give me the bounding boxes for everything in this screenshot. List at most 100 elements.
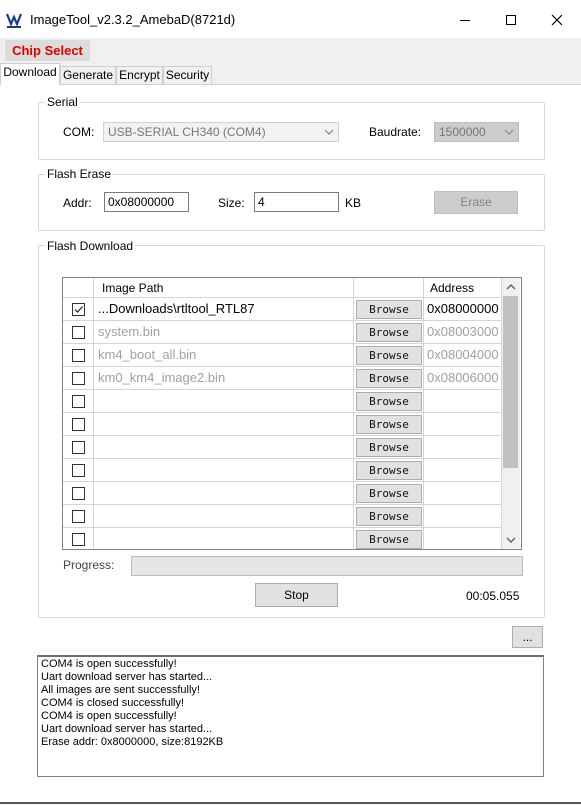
table-row-address-cell[interactable] — [424, 436, 502, 459]
minimize-icon — [460, 20, 470, 21]
image-path: km0_km4_image2.bin — [98, 370, 226, 385]
table-row-browse-cell: Browse — [354, 459, 424, 482]
log-line: Erase addr: 0x8000000, size:8192KB — [41, 736, 224, 748]
row-checkbox[interactable] — [72, 441, 85, 454]
baudrate-select[interactable]: 1500000 — [434, 122, 519, 142]
table-row-address-cell[interactable]: 0x08004000 — [424, 344, 502, 367]
row-checkbox[interactable] — [72, 326, 85, 339]
erase-addr-input[interactable]: 0x08000000 — [104, 192, 189, 212]
log-line: COM4 is closed successfully! — [41, 697, 185, 709]
table-row-image-cell[interactable]: system.bin — [94, 321, 354, 344]
table-row-browse-cell: Browse — [354, 413, 424, 436]
table-row-image-cell[interactable] — [94, 505, 354, 528]
chevron-down-icon[interactable] — [506, 537, 516, 544]
close-button[interactable] — [534, 6, 580, 34]
stop-button[interactable]: Stop — [255, 583, 338, 607]
row-checkbox[interactable] — [72, 464, 85, 477]
image-table: Image Path Address Downloads\rtltool_RTL… — [62, 277, 522, 550]
browse-button[interactable]: Browse — [356, 415, 422, 434]
table-row-address-cell[interactable]: 0x08003000 — [424, 321, 502, 344]
table-scrollbar[interactable] — [502, 278, 520, 549]
tab-download[interactable]: Download — [0, 63, 60, 85]
table-row-check-cell — [63, 482, 94, 505]
browse-button[interactable]: Browse — [356, 392, 422, 411]
browse-button[interactable]: Browse — [356, 300, 422, 319]
table-row-image-cell[interactable]: km0_km4_image2.bin — [94, 367, 354, 390]
erase-addr-label: Addr: — [63, 196, 92, 210]
log-output[interactable]: COM4 is open successfully! Uart download … — [37, 655, 544, 777]
com-select[interactable]: USB-SERIAL CH340 (COM4) — [103, 122, 339, 142]
table-row-check-cell — [63, 436, 94, 459]
table-row-address-cell[interactable] — [424, 413, 502, 436]
minimize-button[interactable] — [442, 6, 488, 34]
browse-button[interactable]: Browse — [356, 438, 422, 457]
maximize-icon — [506, 15, 516, 25]
browse-button[interactable]: Browse — [356, 369, 422, 388]
close-icon — [551, 14, 563, 26]
table-row-image-cell[interactable]: Downloads\rtltool_RTL87... — [94, 298, 354, 321]
progress-bar — [131, 556, 523, 576]
row-checkbox[interactable] — [72, 372, 85, 385]
erase-size-label: Size: — [218, 196, 245, 210]
maximize-button[interactable] — [488, 6, 534, 34]
browse-button[interactable]: Browse — [356, 346, 422, 365]
chevron-up-icon[interactable] — [506, 283, 516, 290]
serial-group-label: Serial — [45, 95, 80, 109]
browse-button[interactable]: Browse — [356, 323, 422, 342]
tab-security[interactable]: Security — [163, 66, 212, 84]
table-row-image-cell[interactable] — [94, 528, 354, 549]
image-address: 0x08006000 — [427, 370, 499, 385]
table-row-browse-cell: Browse — [354, 436, 424, 459]
row-checkbox[interactable] — [72, 510, 85, 523]
table-row-image-cell[interactable] — [94, 459, 354, 482]
table-row-address-cell[interactable] — [424, 390, 502, 413]
scrollbar-thumb[interactable] — [503, 296, 518, 468]
row-checkbox[interactable] — [72, 487, 85, 500]
row-checkbox[interactable] — [72, 349, 85, 362]
table-row-address-cell[interactable]: 0x08006000 — [424, 367, 502, 390]
table-row-check-cell — [63, 344, 94, 367]
table-row-check-cell — [63, 505, 94, 528]
table-row-image-cell[interactable]: km4_boot_all.bin — [94, 344, 354, 367]
row-checkbox[interactable] — [72, 303, 85, 316]
erase-button[interactable]: Erase — [434, 191, 518, 214]
table-header-image: Image Path — [94, 278, 354, 298]
tab-encrypt[interactable]: Encrypt — [116, 66, 163, 84]
table-row-image-cell[interactable] — [94, 482, 354, 505]
browse-button[interactable]: Browse — [356, 530, 422, 549]
image-address: 0x08003000 — [427, 324, 499, 339]
flash-download-group-label: Flash Download — [45, 239, 136, 253]
table-row-address-cell[interactable] — [424, 482, 502, 505]
log-line: All images are sent successfully! — [41, 684, 200, 696]
table-row-check-cell — [63, 390, 94, 413]
row-checkbox[interactable] — [72, 533, 85, 546]
table-row-check-cell — [63, 413, 94, 436]
table-row-image-cell[interactable] — [94, 413, 354, 436]
app-logo-icon — [5, 11, 23, 29]
table-row-address-cell[interactable]: 0x08000000 — [424, 298, 502, 321]
row-checkbox[interactable] — [72, 395, 85, 408]
browse-button[interactable]: Browse — [356, 484, 422, 503]
table-header-browse — [354, 278, 424, 298]
table-row-address-cell[interactable] — [424, 505, 502, 528]
com-select-value: USB-SERIAL CH340 (COM4) — [108, 125, 266, 139]
browse-button[interactable]: Browse — [356, 461, 422, 480]
row-checkbox[interactable] — [72, 418, 85, 431]
table-row-image-cell[interactable] — [94, 436, 354, 459]
title-bar[interactable]: ImageTool_v2.3.2_AmebaD(8721d) — [0, 0, 581, 38]
erase-size-unit: KB — [345, 196, 362, 210]
table-row-image-cell[interactable] — [94, 390, 354, 413]
table-row-address-cell[interactable] — [424, 528, 502, 549]
elapsed-time: 00:05.055 — [466, 589, 520, 603]
table-row-address-cell[interactable] — [424, 459, 502, 482]
baudrate-select-value: 1500000 — [439, 125, 486, 139]
check-icon — [74, 306, 83, 313]
browse-button[interactable]: Browse — [356, 507, 422, 526]
table-header-image-label: Image Path — [102, 281, 164, 295]
window-title: ImageTool_v2.3.2_AmebaD(8721d) — [30, 12, 236, 27]
tab-generate[interactable]: Generate — [60, 66, 116, 84]
log-line: COM4 is open successfully! — [41, 710, 177, 722]
more-options-button[interactable]: ... — [512, 626, 543, 648]
erase-size-input[interactable]: 4 — [254, 192, 339, 212]
chip-select-button[interactable]: Chip Select — [5, 40, 90, 61]
